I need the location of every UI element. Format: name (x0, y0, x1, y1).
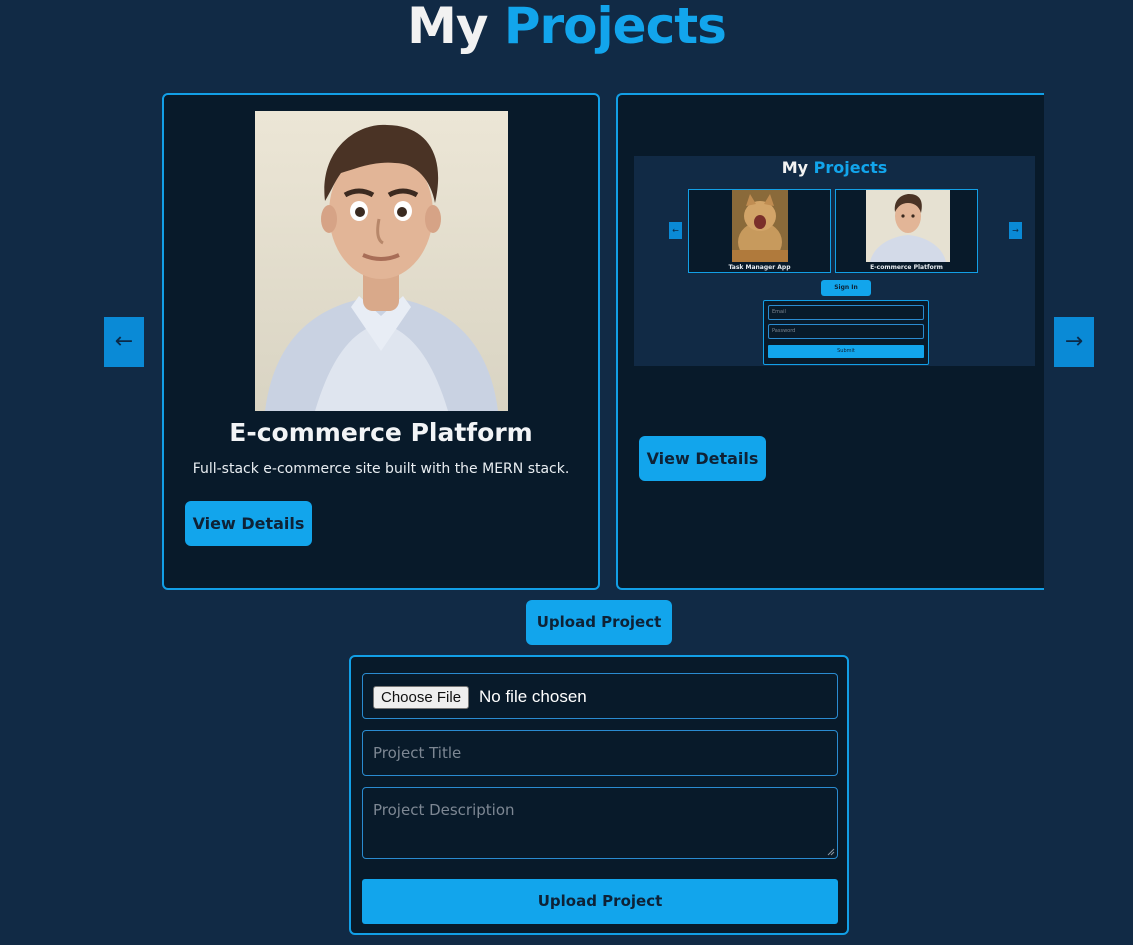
mini-title-my: My (781, 158, 809, 177)
upload-project-submit-button[interactable]: Upload Project (362, 879, 838, 924)
project-card: E-commerce Platform Full-stack e-commerc… (162, 93, 600, 590)
carousel-next-button[interactable]: → (1054, 317, 1094, 367)
mini-card-label: E-commerce Platform (870, 264, 943, 271)
mini-prev-arrow: ← (669, 222, 682, 239)
mini-cat-image (732, 190, 788, 262)
mini-submit-button: Submit (768, 345, 924, 358)
mini-page-title: My Projects (634, 158, 1035, 177)
file-status-text: No file chosen (479, 687, 587, 706)
project-description-placeholder: Project Description (373, 801, 515, 819)
mini-email-field: Email (768, 305, 924, 320)
mini-signin-form: Email Password Submit (763, 300, 929, 365)
mini-title-projects: Projects (813, 158, 888, 177)
page-title: My Projects (0, 0, 1133, 56)
project-title-placeholder: Project Title (373, 744, 462, 762)
carousel-prev-button[interactable]: ← (104, 317, 144, 367)
resize-handle-icon[interactable] (827, 848, 835, 856)
mini-card-label: Task Manager App (728, 264, 791, 271)
mini-card-ecommerce: E-commerce Platform (835, 189, 978, 273)
mini-signin-button: Sign In (821, 280, 871, 296)
project-screenshot-image: My Projects ← → Task Manager App E-comme… (634, 156, 1035, 366)
project-card-description: Full-stack e-commerce site built with th… (192, 461, 570, 477)
project-title-input[interactable]: Project Title (362, 730, 838, 776)
view-details-button[interactable]: View Details (185, 501, 312, 546)
project-card: My Projects ← → Task Manager App E-comme… (616, 93, 1044, 590)
page-title-my: My (407, 0, 488, 55)
mini-next-arrow: → (1009, 222, 1022, 239)
project-image (255, 111, 508, 411)
mini-password-field: Password (768, 324, 924, 339)
mini-portrait-image (866, 190, 950, 262)
mini-card-task-manager: Task Manager App (688, 189, 831, 273)
choose-file-button[interactable]: Choose File (373, 686, 470, 709)
project-description-textarea[interactable]: Project Description (362, 787, 838, 859)
upload-project-toggle-button[interactable]: Upload Project (526, 600, 672, 645)
file-input[interactable]: Choose File No file chosen (362, 673, 838, 719)
project-card-title: E-commerce Platform (229, 418, 533, 447)
upload-project-form: Choose File No file chosen Project Title… (349, 655, 849, 935)
view-details-button[interactable]: View Details (639, 436, 766, 481)
page-title-projects: Projects (503, 0, 727, 55)
